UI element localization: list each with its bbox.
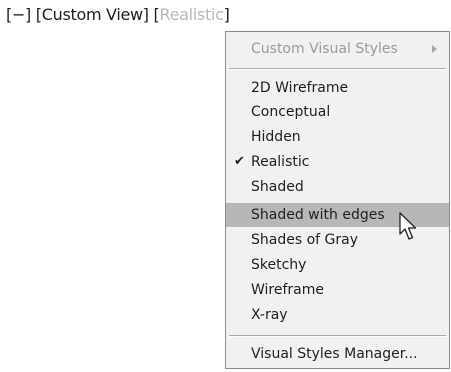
visual-style-control-label: Realistic bbox=[159, 5, 224, 24]
menu-item-x-ray[interactable]: X-ray bbox=[226, 303, 449, 327]
mouse-pointer-icon bbox=[399, 212, 417, 240]
menu-item-custom-visual-styles[interactable]: Custom Visual Styles bbox=[226, 37, 449, 61]
menu-item-visual-styles-manager[interactable]: Visual Styles Manager... bbox=[226, 342, 449, 366]
viewport-controls: [−] [Custom View] [Realistic] bbox=[6, 5, 230, 24]
menu-item-label: Wireframe bbox=[251, 282, 325, 298]
menu-item-label: Visual Styles Manager... bbox=[251, 346, 418, 362]
menu-separator bbox=[229, 68, 446, 70]
chevron-right-icon bbox=[432, 45, 437, 53]
visual-style-bracket-close: ] bbox=[223, 5, 230, 24]
menu-item-label: Sketchy bbox=[251, 257, 307, 273]
menu-item-shaded[interactable]: Shaded bbox=[226, 175, 449, 199]
view-control[interactable]: [Custom View] bbox=[36, 5, 149, 24]
menu-item-label: 2D Wireframe bbox=[251, 80, 349, 96]
menu-item-conceptual[interactable]: Conceptual bbox=[226, 100, 449, 124]
visual-styles-menu: Custom Visual Styles 2D Wireframe Concep… bbox=[225, 31, 450, 369]
visual-style-control[interactable]: [Realistic] bbox=[154, 5, 230, 24]
menu-item-2d-wireframe[interactable]: 2D Wireframe bbox=[226, 76, 449, 100]
menu-item-hidden[interactable]: Hidden bbox=[226, 125, 449, 149]
menu-item-sketchy[interactable]: Sketchy bbox=[226, 253, 449, 277]
menu-item-label: X-ray bbox=[251, 307, 288, 323]
menu-item-label: Custom Visual Styles bbox=[251, 41, 398, 57]
menu-item-label: Hidden bbox=[251, 129, 301, 145]
menu-separator bbox=[229, 335, 446, 337]
menu-item-label: Realistic bbox=[251, 154, 310, 170]
menu-item-realistic[interactable]: ✔ Realistic bbox=[226, 150, 449, 174]
menu-item-label: Shaded bbox=[251, 179, 304, 195]
checkmark-icon: ✔ bbox=[234, 154, 245, 169]
menu-item-label: Shades of Gray bbox=[251, 232, 358, 248]
menu-item-label: Shaded with edges bbox=[251, 207, 385, 223]
menu-item-wireframe[interactable]: Wireframe bbox=[226, 278, 449, 302]
menu-item-label: Conceptual bbox=[251, 104, 331, 120]
viewport-minimize-control[interactable]: [−] bbox=[6, 5, 31, 24]
